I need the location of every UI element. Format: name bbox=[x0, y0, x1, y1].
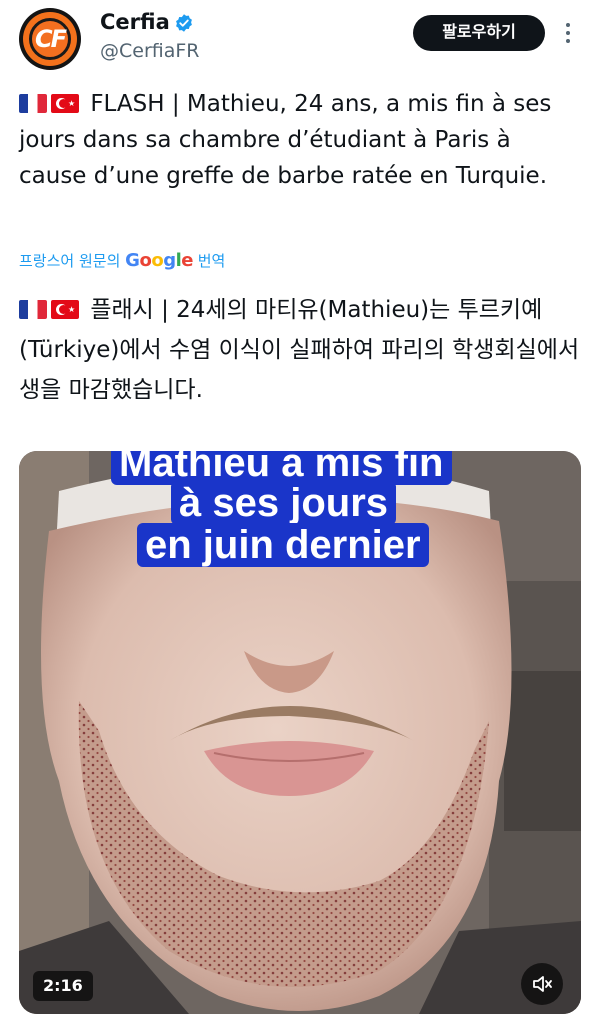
video-player[interactable]: Mathieu a mis fin à ses jours en juin de… bbox=[19, 451, 581, 1014]
caption-line: Mathieu a mis fin bbox=[111, 451, 452, 485]
follow-button[interactable]: 팔로우하기 bbox=[413, 15, 545, 51]
google-logo: Google bbox=[125, 250, 193, 271]
avatar[interactable]: CF bbox=[19, 8, 81, 70]
flag-turkey-icon: ★ bbox=[51, 94, 79, 113]
tweet-translated-text: ★ 플래시 | 24세의 마티유(Mathieu)는 투르키예(Türkiye)… bbox=[19, 290, 584, 410]
tweet-header: CF Cerfia @CerfiaFR 팔로우하기 bbox=[0, 0, 600, 80]
translate-suffix: 번역 bbox=[197, 252, 226, 270]
tweet-original-text: ★ FLASH | Mathieu, 24 ans, a mis fin à s… bbox=[19, 86, 584, 194]
user-handle[interactable]: @CerfiaFR bbox=[100, 40, 200, 62]
caption-line: à ses jours bbox=[171, 481, 397, 525]
flag-turkey-icon: ★ bbox=[51, 300, 79, 319]
avatar-logo: CF bbox=[34, 25, 67, 53]
translated-text-body: 플래시 | 24세의 마티유(Mathieu)는 투르키예(Türkiye)에서… bbox=[19, 297, 580, 403]
display-name[interactable]: Cerfia bbox=[100, 10, 170, 34]
video-duration: 2:16 bbox=[33, 971, 93, 1001]
translate-notice[interactable]: 프랑스어 원문의 Google 번역 bbox=[19, 249, 225, 273]
caption-line: en juin dernier bbox=[137, 523, 429, 567]
tweet-page: CF Cerfia @CerfiaFR 팔로우하기 ★ FLASH | Math… bbox=[0, 0, 600, 1024]
mute-button[interactable] bbox=[521, 963, 563, 1005]
original-text-body: FLASH | Mathieu, 24 ans, a mis fin à ses… bbox=[19, 91, 552, 189]
speaker-muted-icon bbox=[533, 976, 552, 992]
translate-prefix: 프랑스어 원문의 bbox=[19, 252, 121, 270]
flag-france-icon bbox=[19, 300, 47, 319]
verified-badge-icon bbox=[176, 14, 192, 32]
flag-france-icon bbox=[19, 94, 47, 113]
more-options-icon[interactable] bbox=[560, 20, 576, 46]
